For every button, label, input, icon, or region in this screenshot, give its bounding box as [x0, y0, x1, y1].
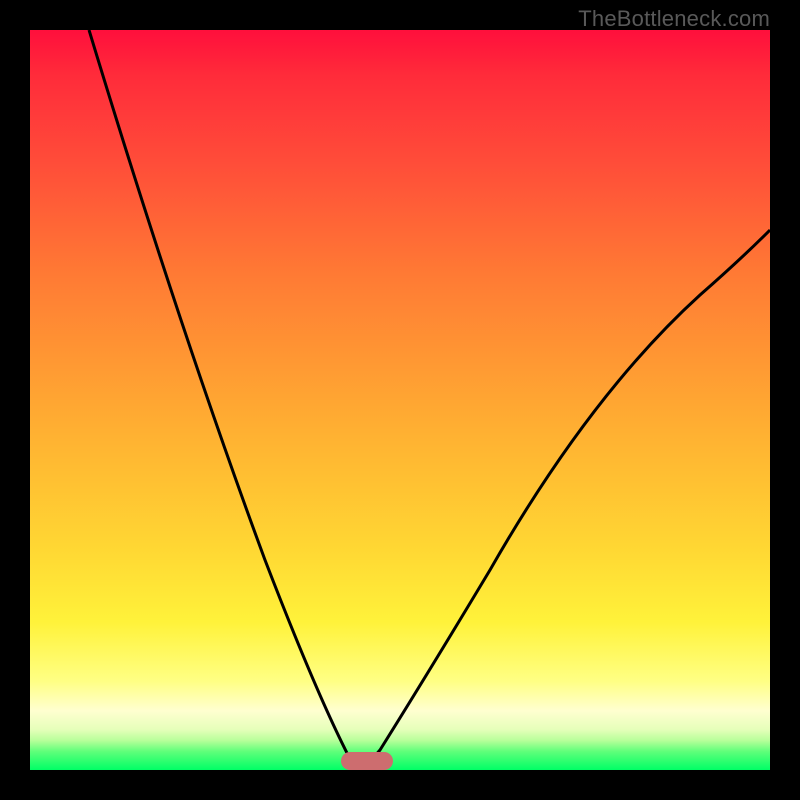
watermark-text: TheBottleneck.com [578, 6, 770, 32]
chart-frame: TheBottleneck.com [0, 0, 800, 800]
optimal-marker [341, 752, 393, 770]
right-branch-curve [363, 230, 770, 770]
bottleneck-curve [30, 30, 770, 770]
plot-area [30, 30, 770, 770]
left-branch-curve [89, 30, 363, 770]
